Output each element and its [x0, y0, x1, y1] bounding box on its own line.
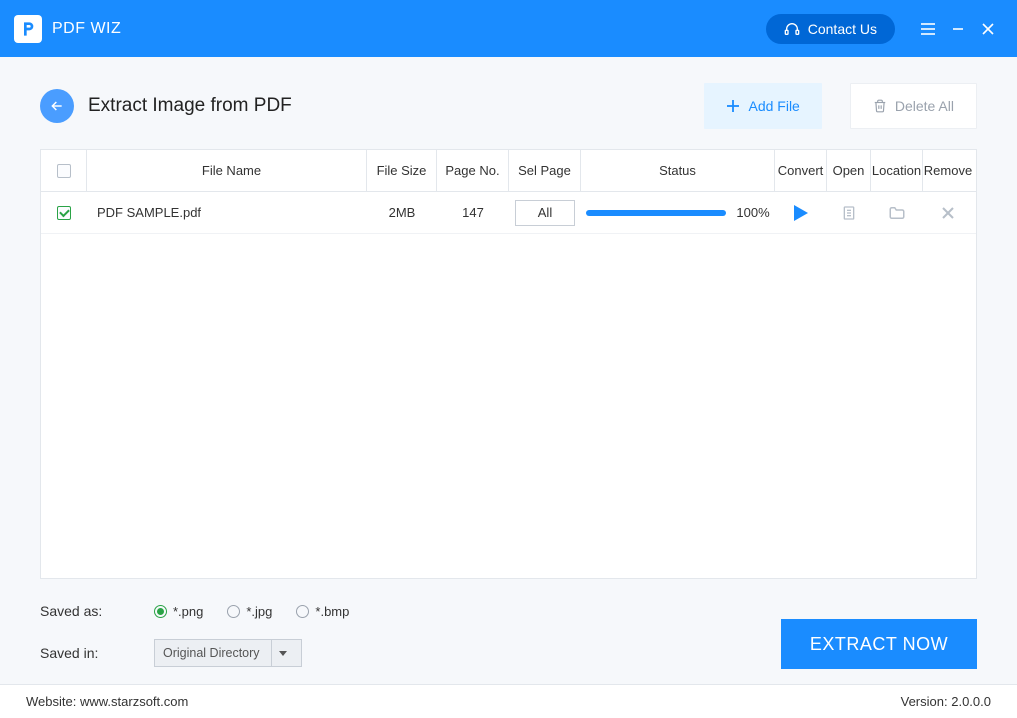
content-area: Extract Image from PDF Add File Delete A…: [0, 57, 1017, 684]
version-label: Version:: [901, 694, 948, 709]
sel-page-button[interactable]: All: [515, 200, 575, 226]
saved-as-row: Saved as: *.png *.jpg *.bmp: [40, 603, 977, 619]
document-icon: [841, 205, 857, 221]
saved-in-label: Saved in:: [40, 645, 132, 661]
folder-icon: [888, 204, 906, 222]
saved-as-label: Saved as:: [40, 603, 132, 619]
titlebar: PDF WIZ Contact Us: [0, 0, 1017, 57]
row-checkbox[interactable]: [57, 206, 71, 220]
trash-icon: [873, 99, 887, 113]
version-info: Version: 2.0.0.0: [901, 694, 991, 709]
remove-button[interactable]: [923, 206, 973, 220]
format-bmp-radio[interactable]: *.bmp: [296, 604, 349, 619]
add-file-label: Add File: [748, 98, 799, 114]
grid-header: File Name File Size Page No. Sel Page St…: [41, 150, 976, 192]
col-open: Open: [827, 150, 871, 191]
row-pageno: 147: [437, 205, 509, 220]
delete-all-label: Delete All: [895, 98, 954, 114]
headset-icon: [784, 21, 800, 37]
format-radio-group: *.png *.jpg *.bmp: [154, 604, 349, 619]
open-button[interactable]: [827, 205, 871, 221]
page-title: Extract Image from PDF: [88, 95, 292, 117]
col-convert: Convert: [775, 150, 827, 191]
col-filename: File Name: [87, 150, 367, 191]
col-selpage: Sel Page: [509, 150, 581, 191]
progress-percent: 100%: [736, 205, 769, 220]
back-button[interactable]: [40, 89, 74, 123]
menu-button[interactable]: [913, 14, 943, 44]
format-jpg-radio[interactable]: *.jpg: [227, 604, 272, 619]
footer: Website: www.starzsoft.com Version: 2.0.…: [0, 684, 1017, 718]
close-button[interactable]: [973, 14, 1003, 44]
minimize-button[interactable]: [943, 14, 973, 44]
saved-in-row: Saved in: Original Directory: [40, 639, 302, 667]
format-png-label: *.png: [173, 604, 203, 619]
add-file-button[interactable]: Add File: [704, 83, 821, 129]
row-status: 100%: [581, 205, 775, 220]
saved-in-value: Original Directory: [163, 646, 260, 660]
version-value: 2.0.0.0: [951, 694, 991, 709]
delete-all-button[interactable]: Delete All: [850, 83, 977, 129]
format-bmp-label: *.bmp: [315, 604, 349, 619]
contact-label: Contact Us: [808, 21, 877, 37]
row-filesize: 2MB: [367, 205, 437, 220]
close-icon: [941, 206, 955, 220]
file-grid: File Name File Size Page No. Sel Page St…: [40, 149, 977, 579]
col-status: Status: [581, 150, 775, 191]
plus-icon: [726, 99, 740, 113]
app-title: PDF WIZ: [52, 20, 121, 38]
contact-us-button[interactable]: Contact Us: [766, 14, 895, 44]
table-row: PDF SAMPLE.pdf 2MB 147 All 100%: [41, 192, 976, 234]
extract-now-button[interactable]: EXTRACT NOW: [781, 619, 977, 669]
col-location: Location: [871, 150, 923, 191]
col-remove: Remove: [923, 150, 973, 191]
row-filename: PDF SAMPLE.pdf: [87, 205, 367, 220]
col-filesize: File Size: [367, 150, 437, 191]
select-all-checkbox[interactable]: [57, 164, 71, 178]
arrow-left-icon: [49, 98, 65, 114]
website-info: Website: www.starzsoft.com: [26, 694, 188, 709]
location-button[interactable]: [871, 204, 923, 222]
progress-bar: [586, 210, 726, 216]
app-logo: [14, 15, 42, 43]
play-icon: [794, 205, 808, 221]
saved-in-dropdown[interactable]: Original Directory: [154, 639, 302, 667]
format-jpg-label: *.jpg: [246, 604, 272, 619]
page-header: Extract Image from PDF Add File Delete A…: [40, 83, 977, 129]
website-label: Website:: [26, 694, 76, 709]
chevron-down-icon: [271, 640, 293, 666]
col-pageno: Page No.: [437, 150, 509, 191]
convert-button[interactable]: [775, 205, 827, 221]
format-png-radio[interactable]: *.png: [154, 604, 203, 619]
website-url: www.starzsoft.com: [80, 694, 188, 709]
extract-now-label: EXTRACT NOW: [810, 634, 948, 655]
